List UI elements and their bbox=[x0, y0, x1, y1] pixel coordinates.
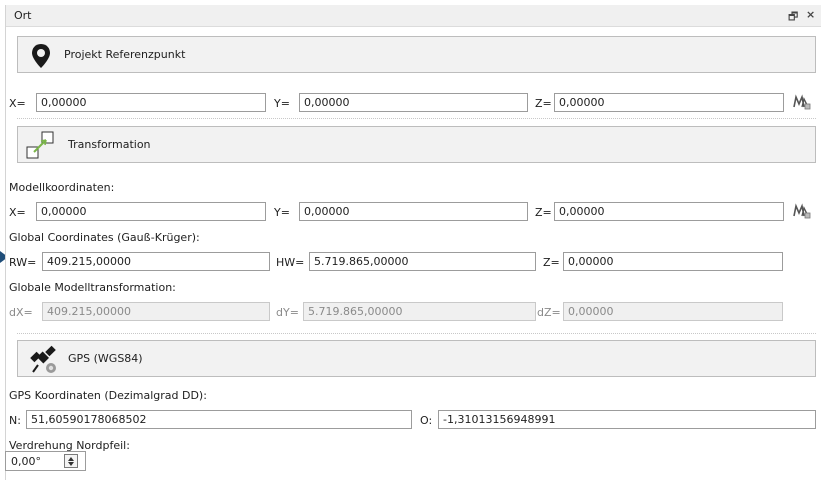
satellite-icon bbox=[30, 345, 56, 373]
dx-label: dX= bbox=[9, 306, 33, 319]
north-rotation-spinner[interactable]: 0,00° bbox=[5, 451, 86, 471]
dz-label: dZ= bbox=[537, 306, 561, 319]
section-title: Projekt Referenzpunkt bbox=[64, 48, 186, 61]
model-z-input[interactable]: 0,00000 bbox=[554, 202, 784, 221]
latitude-input[interactable]: 51,60590178068502 bbox=[26, 410, 412, 429]
gps-coords-label: GPS Koordinaten (Dezimalgrad DD): bbox=[9, 389, 207, 402]
n-label: N: bbox=[9, 414, 21, 427]
section-title: GPS (WGS84) bbox=[68, 352, 143, 365]
ref-x-input[interactable]: 0,00000 bbox=[36, 93, 266, 112]
section-project-reference[interactable]: Projekt Referenzpunkt bbox=[17, 36, 816, 73]
hw-label: HW= bbox=[276, 256, 305, 269]
pick-coordinates-icon[interactable] bbox=[793, 203, 811, 219]
spin-down-icon[interactable] bbox=[68, 462, 74, 466]
spinner-arrows-icon[interactable] bbox=[64, 454, 78, 468]
y-label: Y= bbox=[274, 97, 290, 110]
dy-input: 5.719.865,00000 bbox=[303, 302, 536, 321]
close-icon[interactable]: × bbox=[806, 8, 815, 21]
z-label: Z= bbox=[535, 206, 552, 219]
x-label: X= bbox=[9, 206, 26, 219]
ref-z-input[interactable]: 0,00000 bbox=[554, 93, 784, 112]
dx-input: 409.215,00000 bbox=[42, 302, 270, 321]
float-icon[interactable]: 🗗 bbox=[788, 8, 798, 27]
global-z-input[interactable]: 0,00000 bbox=[563, 252, 783, 271]
y-label: Y= bbox=[274, 206, 290, 219]
separator bbox=[17, 333, 816, 334]
global-coords-label: Global Coordinates (Gauß-Krüger): bbox=[9, 231, 200, 244]
longitude-input[interactable]: -1,31013156948991 bbox=[438, 410, 816, 429]
ort-panel: Ort 🗗 × Projekt Referenzpunkt X= 0,00000… bbox=[5, 5, 821, 480]
hw-input[interactable]: 5.719.865,00000 bbox=[309, 252, 536, 271]
model-x-input[interactable]: 0,00000 bbox=[36, 202, 266, 221]
pick-coordinates-icon[interactable] bbox=[793, 94, 811, 110]
section-title: Transformation bbox=[68, 138, 151, 151]
section-gps[interactable]: GPS (WGS84) bbox=[17, 340, 816, 377]
north-rotation-value[interactable]: 0,00° bbox=[11, 455, 41, 468]
x-label: X= bbox=[9, 97, 26, 110]
dy-label: dY= bbox=[276, 306, 299, 319]
global-model-transform-label: Globale Modelltransformation: bbox=[9, 281, 176, 294]
panel-titlebar: Ort 🗗 × bbox=[6, 5, 821, 27]
map-pin-icon bbox=[32, 44, 50, 68]
panel-title: Ort bbox=[14, 9, 32, 22]
separator bbox=[17, 118, 816, 119]
z-label: Z= bbox=[543, 256, 560, 269]
rw-label: RW= bbox=[9, 256, 37, 269]
z-label: Z= bbox=[535, 97, 552, 110]
transform-icon bbox=[26, 131, 54, 159]
ref-y-input[interactable]: 0,00000 bbox=[299, 93, 528, 112]
dz-input: 0,00000 bbox=[563, 302, 783, 321]
rw-input[interactable]: 409.215,00000 bbox=[42, 252, 270, 271]
o-label: O: bbox=[420, 414, 433, 427]
section-transformation[interactable]: Transformation bbox=[17, 126, 816, 163]
spin-up-icon[interactable] bbox=[68, 457, 74, 461]
model-y-input[interactable]: 0,00000 bbox=[299, 202, 528, 221]
model-coords-label: Modellkoordinaten: bbox=[9, 181, 115, 194]
